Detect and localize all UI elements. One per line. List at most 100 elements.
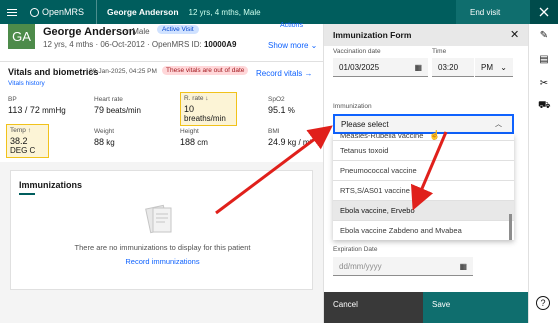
vitals-history-link[interactable]: Vitals history: [8, 80, 45, 87]
vital-value-row: 38.2 DEG C: [10, 136, 45, 155]
dropdown-option[interactable]: Pneumococcal vaccine: [333, 161, 514, 181]
immunization-label: Immunization: [333, 103, 372, 110]
openmrs-id: 10000A9: [203, 40, 237, 49]
vital-bmi: BMI 24.9 kg / m²: [268, 128, 312, 147]
expiration-date-input[interactable]: dd/mm/yyyy ▦: [333, 257, 473, 276]
dropdown-option-hovered[interactable]: Ebola vaccine, Ervebo: [333, 201, 514, 221]
immunizations-card: Immunizations There are no immunizations…: [10, 170, 313, 290]
patient-banner: GA George Anderson ♂ Male Active Visit A…: [0, 22, 323, 62]
vital-value-row: 88 kg: [94, 137, 115, 147]
expiration-date-label: Expiration Date: [333, 246, 378, 253]
dropdown-scrollbar[interactable]: [509, 214, 512, 240]
vital-value: 88: [94, 137, 105, 147]
patient-meta-text: 12 yrs, 4 mths · 06-Oct-2012 · OpenMRS I…: [43, 40, 202, 49]
vaccination-date-input[interactable]: 01/03/2025 ▦: [333, 58, 428, 77]
panel-header: Immunization Form ✕: [324, 24, 529, 46]
vital-value-row: 113 / 72 mmHg: [8, 105, 66, 115]
time-value: 03:20: [438, 62, 459, 72]
chevron-down-icon: ⌄: [500, 62, 507, 72]
vital-label: SpO2: [268, 96, 285, 103]
empty-state-text: There are no immunizations to display fo…: [74, 243, 251, 252]
vital-value: 38.2: [10, 136, 28, 146]
record-immunizations-link[interactable]: Record immunizations: [11, 257, 314, 266]
vitals-section: Vitals and biometrics 29-Jan-2025, 04:25…: [0, 62, 323, 162]
vaccination-date-value: 01/03/2025: [339, 62, 380, 72]
vital-unit: breaths/min: [184, 114, 226, 123]
vital-value: 79: [94, 105, 105, 115]
save-button[interactable]: Save: [423, 292, 529, 323]
active-visit-badge: Active Visit: [157, 25, 199, 34]
hamburger-menu-icon[interactable]: [0, 0, 24, 24]
mouse-cursor-icon: ☝: [429, 130, 441, 140]
patient-sex: ♂ Male: [124, 27, 150, 36]
ampm-select[interactable]: PM ⌄: [475, 58, 513, 77]
vital-label: Height: [180, 128, 199, 135]
vitals-outdated-badge: These vitals are out of date: [162, 66, 249, 75]
patient-meta: 12 yrs, 4 mths · 06-Oct-2012 · OpenMRS I…: [43, 40, 236, 49]
time-input[interactable]: 03:20: [432, 58, 474, 77]
vital-heart-rate: Heart rate 79 beats/min: [94, 96, 141, 115]
dropdown-option[interactable]: Measles-Rubella vaccine: [333, 134, 514, 141]
dropdown-option[interactable]: RTS,S/AS01 vaccine: [333, 181, 514, 201]
vitals-title: Vitals and biometrics: [8, 67, 99, 77]
vital-unit: kg / m²: [287, 138, 313, 147]
vital-label: BMI: [268, 128, 280, 135]
header-divider: [96, 0, 98, 24]
pen-icon[interactable]: ✎: [538, 30, 550, 42]
scissors-icon[interactable]: ✂: [538, 78, 550, 90]
close-patient-icon[interactable]: [530, 0, 558, 24]
vitals-date: 29-Jan-2025, 04:25 PM: [89, 68, 157, 75]
vital-value: 188: [180, 137, 196, 147]
vital-weight: Weight 88 kg: [94, 128, 115, 147]
actions-menu-button[interactable]: Actions: [280, 22, 303, 29]
patient-name: George Anderson: [43, 26, 136, 38]
cancel-button[interactable]: Cancel: [324, 292, 423, 323]
top-header: OpenMRS George Anderson 12 yrs, 4 mths, …: [0, 0, 558, 24]
vital-bp: BP 113 / 72 mmHg: [8, 96, 66, 115]
vital-value: 113 / 72: [8, 105, 40, 115]
openmrs-logo[interactable]: OpenMRS: [30, 7, 84, 17]
vital-unit: %: [287, 106, 295, 115]
right-icon-rail: ✎ ▤ ✂ ⛟ ?: [528, 24, 558, 323]
avatar: GA: [8, 24, 35, 49]
show-more-button[interactable]: Show more ⌄: [268, 41, 317, 50]
vital-unit: kg: [106, 138, 115, 147]
header-patient-meta: 12 yrs, 4 mths, Male: [188, 7, 261, 17]
immunizations-title: Immunizations: [19, 180, 83, 190]
vaccination-date-label: Vaccination date: [333, 48, 381, 55]
vital-label: R. rate ↓: [184, 95, 209, 102]
record-vitals-link[interactable]: Record vitals →: [256, 69, 312, 78]
vital-label: Heart rate: [94, 96, 123, 103]
vital-spo2: SpO2 95.1 %: [268, 96, 295, 115]
calendar-icon[interactable]: ▦: [414, 63, 422, 72]
vital-height: Height 188 cm: [180, 128, 208, 147]
vital-value-row: 79 beats/min: [94, 105, 141, 115]
vital-value-row: 10 breaths/min: [184, 104, 233, 123]
clipboard-icon[interactable]: ▤: [538, 54, 550, 66]
vital-value: 10: [184, 104, 195, 114]
vital-respiratory-rate: R. rate ↓ 10 breaths/min: [180, 92, 237, 126]
vital-unit: cm: [197, 138, 208, 147]
title-underline: [19, 193, 35, 195]
immunizations-area: Immunizations There are no immunizations…: [0, 162, 323, 323]
dropdown-option[interactable]: Ebola vaccine Zabdeno and Mvabea: [333, 221, 514, 240]
vital-value-row: 95.1 %: [268, 105, 295, 115]
vital-unit: mmHg: [42, 106, 66, 115]
close-icon[interactable]: ✕: [510, 28, 519, 41]
vital-unit: beats/min: [106, 106, 141, 115]
ampm-value: PM: [481, 62, 493, 72]
calendar-icon[interactable]: ▦: [459, 262, 467, 271]
openmrs-logo-icon: [30, 7, 39, 17]
vital-value: 95.1: [268, 105, 286, 115]
immunization-dropdown-list: Measles-Rubella vaccine Tetanus toxoid P…: [333, 134, 514, 240]
cart-icon[interactable]: ⛟: [538, 100, 551, 112]
dropdown-option[interactable]: Tetanus toxoid: [333, 141, 514, 161]
vital-unit: DEG C: [10, 146, 36, 155]
logo-text: OpenMRS: [42, 7, 85, 17]
vital-label: Temp ↑: [10, 127, 31, 134]
vital-value-row: 24.9 kg / m²: [268, 137, 312, 147]
end-visit-button[interactable]: End visit: [456, 0, 530, 24]
immunization-select[interactable]: Please select ︿: [333, 114, 514, 134]
vital-value-row: 188 cm: [180, 137, 208, 147]
help-icon[interactable]: ?: [536, 296, 550, 310]
